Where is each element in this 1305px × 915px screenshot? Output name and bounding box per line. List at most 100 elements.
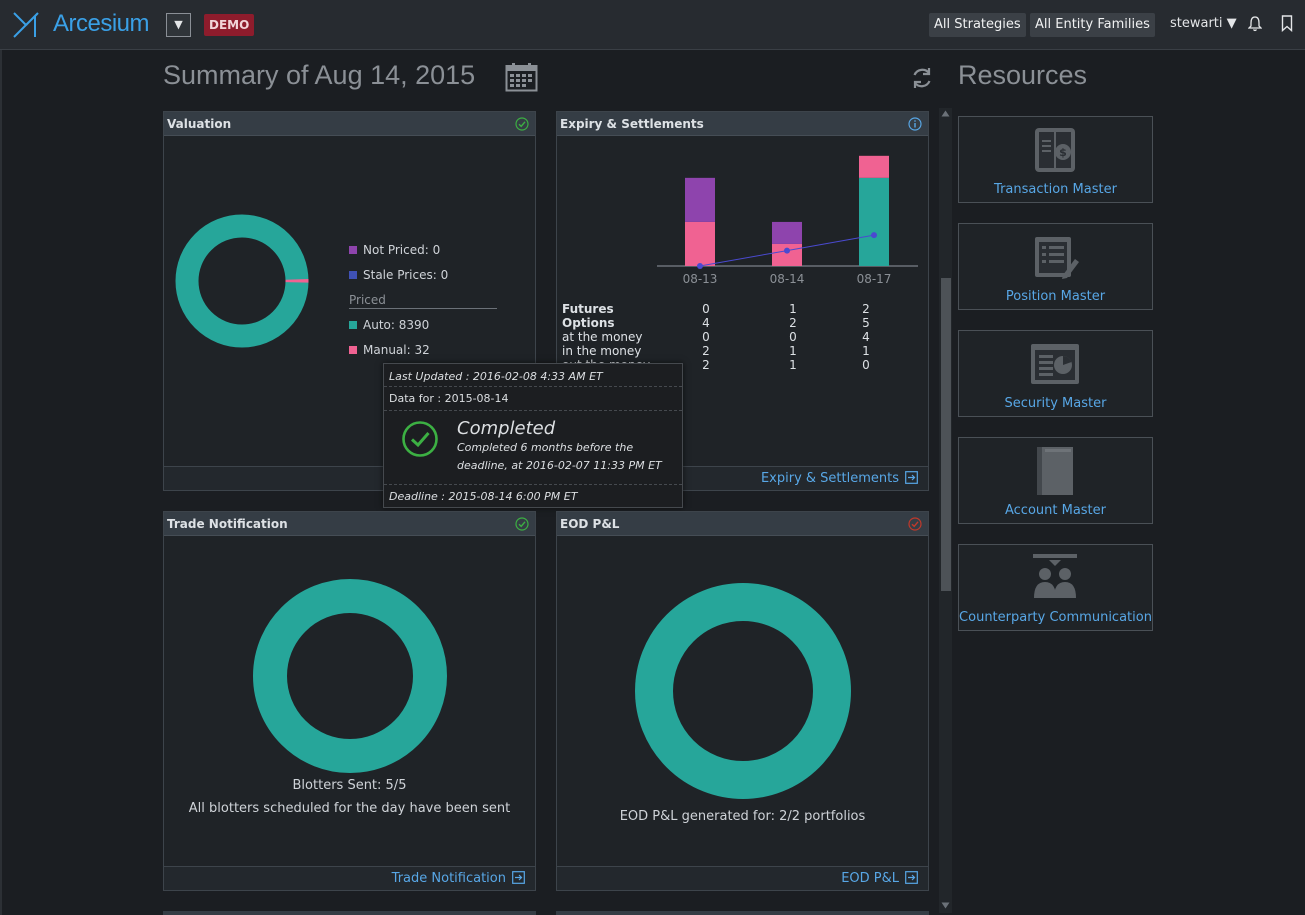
all-strategies-button[interactable]: All Strategies bbox=[929, 13, 1026, 37]
bar-segment[interactable] bbox=[859, 155, 889, 178]
resource-label: Position Master bbox=[1005, 289, 1106, 304]
tooltip-status: Completed bbox=[457, 418, 556, 439]
scroll-down-icon[interactable] bbox=[941, 902, 950, 909]
expiry-cell: 0 bbox=[702, 302, 710, 316]
trade-notification-card: Trade Notification Blotters Sent: 5/5 Al… bbox=[163, 511, 536, 891]
auto-legend: Auto: 8390 bbox=[363, 318, 430, 332]
bar-segment[interactable] bbox=[685, 221, 715, 266]
tooltip-detail-2: deadline, at 2016-02-07 11:33 PM ET bbox=[457, 459, 662, 472]
expiry-row-label: at the money bbox=[562, 330, 643, 344]
bell-icon[interactable] bbox=[1248, 16, 1262, 32]
all-entity-families-button[interactable]: All Entity Families bbox=[1030, 13, 1155, 37]
blotters-description: All blotters scheduled for the day have … bbox=[188, 801, 511, 816]
user-menu[interactable]: stewarti ▼ bbox=[1170, 16, 1237, 31]
stale-prices-legend: Stale Prices: 0 bbox=[363, 268, 449, 282]
x-tick-label: 08-17 bbox=[857, 272, 892, 286]
expiry-settlements-link[interactable]: Expiry & Settlements bbox=[761, 471, 918, 486]
expiry-cell: 4 bbox=[862, 330, 870, 344]
manual-legend: Manual: 32 bbox=[363, 343, 430, 357]
blotters-donut-chart bbox=[253, 579, 447, 773]
expiry-bar-chart: 08-13 08-14 08-17 bbox=[657, 155, 918, 286]
next-card-right-edge bbox=[556, 911, 929, 915]
resource-counterparty-communication[interactable]: Counterparty Communication bbox=[958, 544, 1153, 631]
ok-status-icon bbox=[515, 117, 529, 131]
bar-segment[interactable] bbox=[685, 177, 715, 222]
expiry-cell: 0 bbox=[702, 330, 710, 344]
line-point[interactable] bbox=[784, 247, 790, 254]
expiry-title: Expiry & Settlements bbox=[560, 117, 704, 131]
expiry-row-label: Options bbox=[562, 316, 615, 330]
expiry-cell: 2 bbox=[702, 358, 710, 372]
trade-card-header[interactable]: Trade Notification bbox=[164, 512, 535, 536]
resource-security-master[interactable]: Security Master bbox=[958, 330, 1153, 417]
manual-swatch bbox=[349, 346, 357, 354]
trade-title: Trade Notification bbox=[167, 517, 288, 531]
expiry-cell: 0 bbox=[789, 330, 797, 344]
resource-label: Account Master bbox=[1004, 503, 1107, 518]
main-scrollbar-thumb[interactable] bbox=[941, 278, 951, 591]
valuation-title: Valuation bbox=[167, 117, 232, 131]
completed-check-icon bbox=[402, 421, 438, 457]
left-rail bbox=[0, 50, 2, 915]
trade-notification-link[interactable]: Trade Notification bbox=[392, 871, 525, 886]
valuation-card-header[interactable]: Valuation bbox=[164, 112, 535, 136]
app-logo-text[interactable]: Arcesium bbox=[53, 10, 150, 38]
transaction-master-icon: $ bbox=[1035, 128, 1075, 172]
refresh-icon[interactable] bbox=[910, 66, 934, 90]
eod-card-header[interactable]: EOD P&L bbox=[557, 512, 928, 536]
priced-divider bbox=[349, 308, 497, 309]
resource-account-master[interactable]: Account Master bbox=[958, 437, 1153, 524]
arcesium-logo-icon[interactable] bbox=[12, 11, 40, 39]
resource-position-master[interactable]: Position Master bbox=[958, 223, 1153, 310]
eod-title: EOD P&L bbox=[560, 517, 620, 531]
eod-pnl-link[interactable]: EOD P&L bbox=[841, 871, 918, 886]
bar-segment[interactable] bbox=[772, 221, 802, 244]
not-priced-swatch bbox=[349, 246, 357, 254]
expiry-link-label: Expiry & Settlements bbox=[760, 471, 899, 486]
expiry-row-label: in the money bbox=[562, 344, 642, 358]
expiry-cell: 2 bbox=[789, 316, 797, 330]
resource-label: Security Master bbox=[1004, 396, 1107, 411]
line-point[interactable] bbox=[697, 263, 703, 269]
trade-card-footer: Trade Notification bbox=[164, 866, 535, 890]
blotters-sent-text: Blotters Sent: 5/5 bbox=[292, 778, 407, 793]
expiry-cell: 1 bbox=[862, 344, 870, 358]
expiry-cell: 0 bbox=[862, 358, 870, 372]
bar-segment[interactable] bbox=[859, 177, 889, 266]
priced-header: Priced bbox=[349, 293, 386, 307]
not-priced-legend: Not Priced: 0 bbox=[363, 243, 441, 257]
resource-transaction-master[interactable]: $ Transaction Master bbox=[958, 116, 1153, 203]
position-master-icon bbox=[1035, 237, 1079, 279]
tooltip-deadline: Deadline : 2015-08-14 6:00 PM ET bbox=[389, 490, 578, 503]
expiry-cell: 2 bbox=[862, 302, 870, 316]
scroll-up-icon[interactable] bbox=[941, 110, 950, 117]
demo-badge: DEMO bbox=[204, 14, 255, 36]
expiry-card-header[interactable]: Expiry & Settlements bbox=[557, 112, 928, 136]
auto-swatch bbox=[349, 321, 357, 329]
info-icon[interactable] bbox=[908, 117, 922, 131]
x-tick-label: 08-14 bbox=[770, 272, 805, 286]
resource-label: Transaction Master bbox=[994, 182, 1117, 197]
bar-segment[interactable] bbox=[772, 243, 802, 266]
bookmark-icon[interactable] bbox=[1281, 15, 1293, 32]
expiry-cell: 1 bbox=[789, 302, 797, 316]
valuation-donut-chart bbox=[175, 214, 309, 348]
svg-text:$: $ bbox=[1059, 146, 1067, 159]
eod-pnl-card: EOD P&L EOD P&L generated for: 2/2 portf… bbox=[556, 511, 929, 891]
eod-generated-text: EOD P&L generated for: 2/2 portfolios bbox=[619, 809, 866, 824]
warning-status-icon bbox=[908, 517, 922, 531]
tooltip-separator bbox=[384, 484, 682, 485]
x-tick-label: 08-13 bbox=[683, 272, 718, 286]
open-link-icon bbox=[512, 871, 525, 884]
tooltip-data-for: Data for : 2015-08-14 bbox=[389, 392, 509, 405]
expiry-cell: 5 bbox=[862, 316, 870, 330]
trade-link-label: Trade Notification bbox=[391, 871, 506, 886]
eod-donut-chart bbox=[635, 583, 851, 799]
expiry-cell: 4 bbox=[702, 316, 710, 330]
counterparty-icon bbox=[1033, 554, 1077, 598]
calendar-icon[interactable] bbox=[505, 62, 538, 92]
open-link-icon bbox=[905, 871, 918, 884]
app-switcher-dropdown[interactable]: ▼ bbox=[166, 13, 191, 37]
line-point[interactable] bbox=[871, 232, 877, 239]
ok-status-icon bbox=[515, 517, 529, 531]
